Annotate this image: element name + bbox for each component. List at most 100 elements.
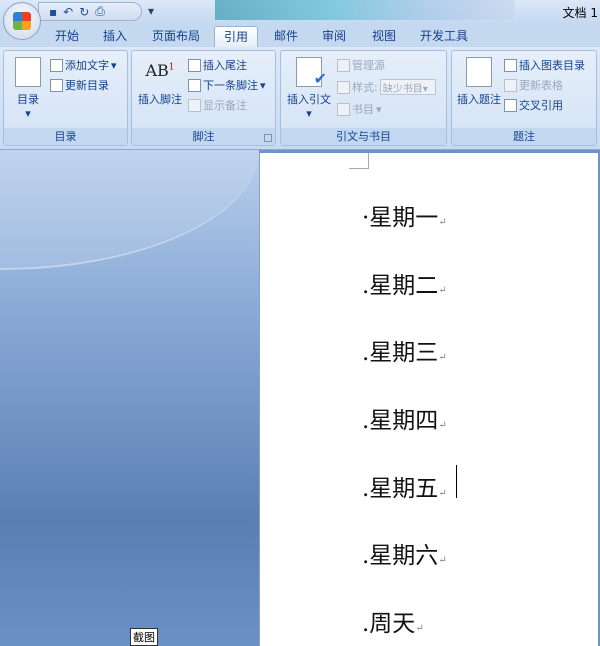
insert-footnote-button[interactable]: AB1 插入脚注 [134,61,186,107]
group-label-toc: 目录 [4,128,127,145]
margin-corner-mark [349,153,369,169]
insert-citation-button[interactable]: ✔ 插入引文 ▾ [283,57,335,120]
list-item[interactable]: .星期六↵ [362,536,447,570]
title-bar: ▪ ↶ ↻ ⎙ ▾ 文档 1 [0,0,600,23]
insert-table-of-figures-button[interactable]: 插入图表目录 [504,57,585,73]
next-footnote-label: 下一条脚注 [203,79,258,92]
endnote-icon [188,58,201,72]
manage-sources-icon [337,58,350,72]
bibliography-label: 书目 [352,103,374,116]
update-table-label: 更新表格 [519,79,563,92]
insert-caption-label: 插入题注 [457,93,501,106]
update-table-icon [504,78,517,92]
toc-button[interactable]: 目录 ▾ [8,57,48,120]
update-toc-icon [50,78,63,92]
undo-icon[interactable]: ↶ [63,5,73,19]
chevron-down-icon: ▾ [306,107,312,120]
office-logo-icon [13,12,31,30]
show-notes-label: 显示备注 [203,99,247,112]
add-text-icon [50,58,63,72]
table-of-figures-label: 插入图表目录 [519,59,585,72]
cross-reference-button[interactable]: 交叉引用 [504,97,563,113]
chevron-down-icon: ▾ [25,107,31,120]
list-item[interactable]: .星期五↵ [362,469,447,503]
ribbon-tabs: 开始 插入 页面布局 引用 邮件 审阅 视图 开发工具 [0,23,600,47]
line-text: .周天 [362,611,416,637]
tab-references[interactable]: 引用 [214,26,258,47]
paragraph-mark: ↵ [438,488,447,499]
tab-review[interactable]: 审阅 [314,26,354,47]
show-notes-icon [188,98,201,112]
line-text: .星期五 [362,476,439,502]
next-footnote-icon [188,78,201,92]
list-item[interactable]: ·星期一↵ [362,198,447,232]
paragraph-mark: ↵ [438,420,447,431]
update-toc-button[interactable]: 更新目录 [50,77,109,93]
group-citations: ✔ 插入引文 ▾ 管理源 样式: 缺少书目▾ 书目 ▾ 引文与书目 [280,50,447,146]
quick-access-toolbar: ▪ ↶ ↻ ⎙ [38,2,142,21]
style-icon [337,80,350,94]
bibliography-button[interactable]: 书目 ▾ [337,101,382,117]
workspace-background [0,150,259,646]
style-select[interactable]: 缺少书目▾ [379,79,436,95]
paragraph-mark: ↵ [415,623,424,634]
update-toc-label: 更新目录 [65,79,109,92]
group-footnotes: AB1 插入脚注 插入尾注 下一条脚注 ▾ 显示备注 脚注 [131,50,276,146]
paragraph-mark: ↵ [438,217,447,228]
document-page[interactable]: ·星期一↵ .星期二↵ .星期三↵ .星期四↵ .星期五↵ .星期六↵ .周天↵ [259,153,598,646]
tab-page-layout[interactable]: 页面布局 [144,26,208,47]
list-item[interactable]: .周天↵ [362,604,424,638]
chevron-down-icon: ▾ [376,102,382,116]
group-label-captions: 题注 [452,128,596,145]
group-captions: 插入题注 插入图表目录 更新表格 交叉引用 题注 [451,50,597,146]
paragraph-mark: ↵ [438,352,447,363]
toc-icon [15,57,41,87]
tab-view[interactable]: 视图 [364,26,404,47]
endnote-label: 插入尾注 [203,59,247,72]
paragraph-mark: ↵ [438,285,447,296]
style-value: 缺少书目 [382,84,423,95]
group-toc: 目录 ▾ 添加文字 ▾ 更新目录 目录 [3,50,128,146]
cross-reference-icon [504,98,517,112]
bibliography-icon [337,102,350,116]
print-preview-icon[interactable]: ⎙ [95,4,105,19]
screenshot-tooltip: 截图 [130,628,158,646]
list-item[interactable]: .星期四↵ [362,401,447,435]
blurred-region [215,0,515,20]
window-title: 文档 1 [562,6,598,20]
customize-qat-icon[interactable]: ▾ [148,4,154,18]
show-notes-button[interactable]: 显示备注 [188,97,247,113]
office-button[interactable] [3,2,41,40]
save-icon[interactable]: ▪ [49,5,57,19]
table-of-figures-icon [504,58,517,72]
tab-developer[interactable]: 开发工具 [414,26,474,47]
add-text-button[interactable]: 添加文字 ▾ [50,57,117,73]
list-item[interactable]: .星期二↵ [362,266,447,300]
line-text: .星期四 [362,408,439,434]
insert-endnote-button[interactable]: 插入尾注 [188,57,247,73]
ab-footnote-icon: AB1 [145,61,175,80]
group-label-footnotes: 脚注 [132,128,275,145]
text-cursor [456,465,457,498]
manage-sources-button[interactable]: 管理源 [337,57,385,73]
tab-home[interactable]: 开始 [46,26,88,47]
list-item[interactable]: .星期三↵ [362,333,447,367]
insert-footnote-label: 插入脚注 [138,93,182,106]
tab-mailings[interactable]: 邮件 [266,26,306,47]
dialog-launcher-icon[interactable] [264,134,272,142]
next-footnote-button[interactable]: 下一条脚注 ▾ [188,77,266,93]
insert-citation-label: 插入引文 [287,93,331,106]
toc-label: 目录 [17,93,39,106]
ribbon: 目录 ▾ 添加文字 ▾ 更新目录 目录 AB1 插入脚注 插入尾注 下一条脚注 ▾ 显… [0,47,600,150]
redo-icon[interactable]: ↻ [79,5,89,19]
update-table-button[interactable]: 更新表格 [504,77,563,93]
citation-icon: ✔ [296,57,327,88]
style-control: 样式: 缺少书目▾ [337,79,436,95]
cross-reference-label: 交叉引用 [519,99,563,112]
tab-insert[interactable]: 插入 [94,26,136,47]
insert-caption-button[interactable]: 插入题注 [454,57,504,107]
paragraph-mark: ↵ [438,555,447,566]
caption-icon [466,57,492,87]
group-label-citations: 引文与书目 [281,128,446,145]
manage-sources-label: 管理源 [352,59,385,72]
